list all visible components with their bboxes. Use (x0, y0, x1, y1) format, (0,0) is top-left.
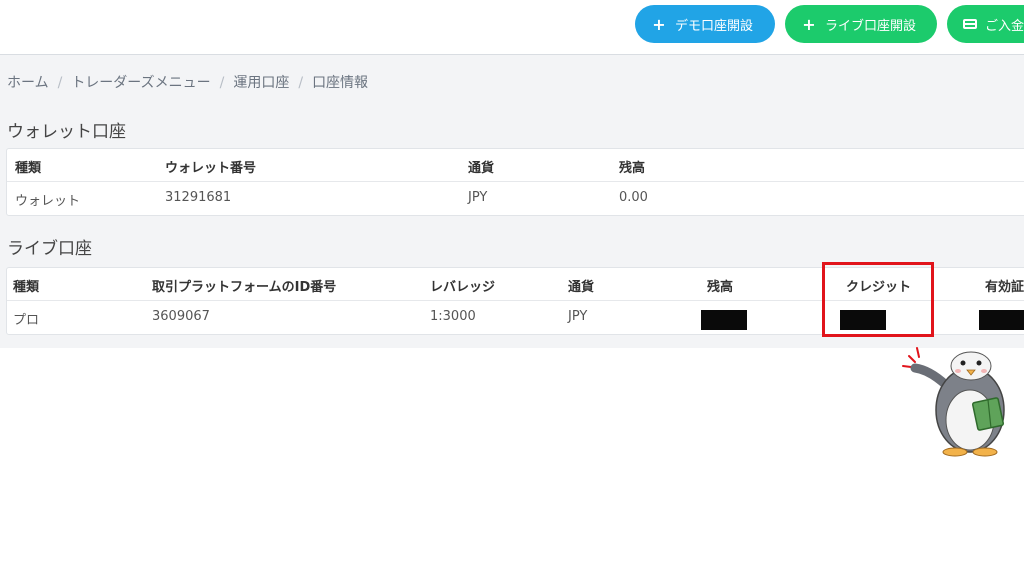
wallet-type-cell: ウォレット (15, 194, 81, 209)
table-row: ウォレット 31291681 JPY 0.00 (7, 182, 1024, 214)
deposit-button[interactable]: ご入金 (947, 5, 1024, 43)
credit-highlight-box (822, 262, 934, 337)
column-header-balance: 残高 (707, 280, 734, 295)
breadcrumb-separator: / (219, 75, 225, 91)
top-bar: + デモ口座開設 + ライブ口座開設 ご入金 (0, 0, 1024, 55)
credit-card-icon (963, 19, 977, 29)
breadcrumb-home[interactable]: ホーム (7, 75, 49, 91)
column-header-leverage: レバレッジ (430, 280, 496, 295)
equity-redacted (979, 310, 1024, 330)
wallet-table: 種類 ウォレット番号 通貨 残高 ウォレット 31291681 JPY 0.00 (6, 148, 1024, 216)
open-live-account-button[interactable]: + ライブ口座開設 (785, 5, 937, 43)
plus-icon: + (802, 14, 816, 34)
breadcrumb-separator: / (57, 75, 63, 91)
column-header-currency: 通貨 (468, 161, 495, 176)
balance-redacted (701, 310, 747, 330)
live-section-title: ライブ口座 (7, 239, 92, 259)
open-demo-account-button[interactable]: + デモ口座開設 (635, 5, 775, 43)
column-header-type: 種類 (15, 161, 42, 176)
wallet-number-cell: 31291681 (165, 190, 232, 205)
open-live-account-label: ライブ口座開設 (825, 18, 917, 34)
leverage-cell: 1:3000 (430, 309, 476, 324)
currency-cell: JPY (568, 309, 588, 324)
column-header-platform-id: 取引プラットフォームのID番号 (152, 280, 337, 295)
platform-id-cell: 3609067 (152, 309, 210, 324)
table-header-row: 種類 ウォレット番号 通貨 残高 (7, 149, 1024, 182)
plus-icon: + (652, 14, 666, 34)
deposit-label: ご入金 (985, 18, 1024, 34)
open-demo-account-label: デモ口座開設 (675, 18, 754, 34)
wallet-section-title: ウォレット口座 (7, 122, 126, 142)
wallet-currency-cell: JPY (468, 190, 488, 205)
wallet-balance-cell: 0.00 (619, 190, 648, 205)
column-header-type: 種類 (13, 280, 40, 295)
breadcrumb-account-info: 口座情報 (312, 75, 369, 91)
column-header-equity: 有効証 (985, 280, 1024, 295)
column-header-balance: 残高 (619, 161, 646, 176)
breadcrumb-separator: / (298, 75, 304, 91)
breadcrumb-trading-account[interactable]: 運用口座 (233, 75, 289, 91)
breadcrumb-traders-menu[interactable]: トレーダーズメニュー (71, 75, 210, 91)
column-header-currency: 通貨 (568, 280, 595, 295)
penguin-mascot (902, 347, 1005, 457)
column-header-wallet-number: ウォレット番号 (165, 161, 257, 176)
breadcrumb: ホーム / トレーダーズメニュー / 運用口座 / 口座情報 (7, 72, 368, 92)
account-type-cell: プロ (13, 313, 40, 328)
